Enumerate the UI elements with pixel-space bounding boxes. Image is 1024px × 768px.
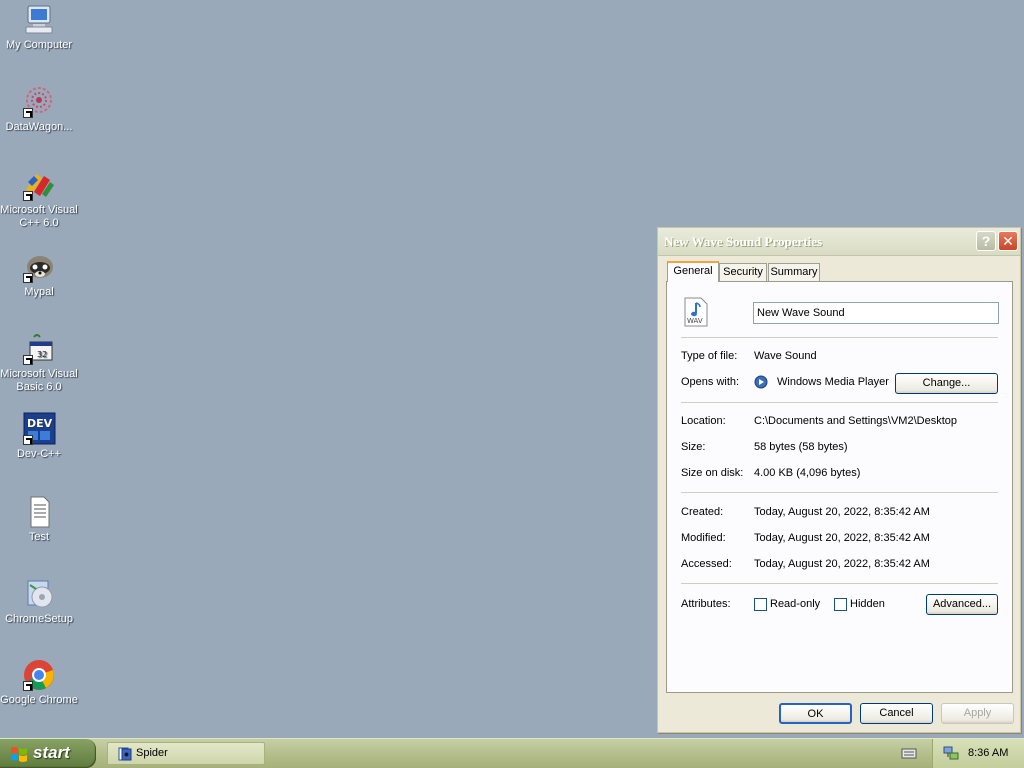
shortcut-arrow-icon: [23, 355, 33, 365]
size-on-disk-value: 4.00 KB (4,096 bytes): [754, 467, 861, 479]
desktop-icon-my-computer[interactable]: My Computer: [0, 3, 78, 52]
separator: [681, 492, 998, 493]
my-computer-icon: [22, 3, 56, 37]
desktop-icon-visual-cpp[interactable]: Microsoft Visual C++ 6.0: [0, 168, 78, 230]
modified-label: Modified:: [681, 532, 726, 544]
advanced-button[interactable]: Advanced...: [926, 594, 998, 615]
size-value: 58 bytes (58 bytes): [754, 441, 848, 453]
desktop-icon-label: Mypal: [24, 286, 54, 298]
start-label: start: [33, 743, 70, 762]
shortcut-arrow-icon: [23, 681, 33, 691]
desktop-icon-label: Dev-C++: [16, 448, 62, 460]
help-button[interactable]: ?: [976, 231, 996, 251]
location-label: Location:: [681, 415, 726, 427]
wav-file-icon-label: WAV: [687, 317, 703, 325]
shortcut-arrow-icon: [23, 273, 33, 283]
desktop-icon-label: Test: [28, 531, 50, 543]
size-on-disk-label: Size on disk:: [681, 467, 744, 479]
hidden-label[interactable]: Hidden: [850, 598, 885, 610]
tab-summary[interactable]: Summary: [768, 263, 820, 282]
type-of-file-value: Wave Sound: [754, 350, 817, 362]
desktop-icon-datawagon[interactable]: DataWagon...: [0, 85, 78, 134]
mypal-icon: [22, 250, 56, 284]
windows-logo-icon: [10, 745, 28, 762]
general-tab-panel: WAV Type of file: Wave Sound Opens with:…: [666, 281, 1013, 693]
separator: [681, 337, 998, 338]
file-name-input[interactable]: [753, 302, 999, 324]
cancel-button[interactable]: Cancel: [860, 703, 933, 724]
desktop-icon-label: ChromeSetup: [5, 613, 73, 625]
desktop: My Computer DataWagon... Microsoft Visua…: [0, 0, 1024, 738]
opens-with-label: Opens with:: [681, 376, 740, 388]
datawagon-icon: [22, 85, 56, 119]
attributes-label: Attributes:: [681, 598, 731, 610]
close-icon: ✕: [1002, 233, 1014, 249]
accessed-label: Accessed:: [681, 558, 732, 570]
tab-security[interactable]: Security: [719, 263, 767, 282]
system-tray: 8:36 AM: [932, 739, 1024, 768]
desktop-icon-label: DataWagon...: [5, 121, 73, 133]
keyboard-icon[interactable]: [901, 747, 917, 760]
taskbar-button-spider[interactable]: Spider: [107, 742, 265, 765]
text-file-icon: [22, 495, 56, 529]
modified-value: Today, August 20, 2022, 8:35:42 AM: [754, 532, 930, 544]
visual-basic-icon: 32: [22, 332, 56, 366]
location-value: C:\Documents and Settings\VM2\Desktop: [754, 415, 957, 427]
desktop-icon-test[interactable]: Test: [0, 495, 78, 544]
ok-button[interactable]: OK: [779, 703, 852, 724]
separator: [681, 402, 998, 403]
taskbar: start Spider 8:36 AM: [0, 738, 1024, 768]
created-label: Created:: [681, 506, 724, 518]
shortcut-arrow-icon: [23, 108, 33, 118]
desktop-icon-chrome-setup[interactable]: ChromeSetup: [0, 577, 78, 626]
chrome-setup-icon: [22, 577, 56, 611]
google-chrome-icon: [22, 658, 56, 692]
svg-text:32: 32: [37, 350, 47, 359]
taskbar-button-label: Spider: [136, 747, 168, 759]
desktop-icon-label: Microsoft Visual Basic 6.0: [0, 368, 78, 393]
close-button[interactable]: ✕: [998, 231, 1018, 251]
desktop-icon-label: Microsoft Visual C++ 6.0: [0, 204, 78, 229]
opens-with-value: Windows Media Player: [777, 376, 889, 388]
dialog-titlebar[interactable]: New Wave Sound Properties ? ✕: [658, 228, 1020, 256]
desktop-icon-google-chrome[interactable]: Google Chrome: [0, 658, 78, 707]
readonly-label[interactable]: Read-only: [770, 598, 820, 610]
hidden-checkbox[interactable]: [834, 598, 847, 611]
help-icon: ?: [981, 233, 991, 249]
start-button[interactable]: start: [0, 739, 96, 768]
desktop-icon-label: Google Chrome: [0, 694, 78, 706]
clock[interactable]: 8:36 AM: [968, 747, 1008, 759]
desktop-icon-label: My Computer: [5, 39, 73, 51]
wav-file-icon: WAV: [683, 297, 709, 327]
windows-media-player-icon: [754, 375, 768, 389]
desktop-icon-visual-basic[interactable]: 32 Microsoft Visual Basic 6.0: [0, 332, 78, 394]
tab-general[interactable]: General: [667, 261, 719, 282]
separator: [681, 583, 998, 584]
spider-solitaire-icon: [118, 747, 132, 761]
svg-text:DEV: DEV: [27, 417, 53, 430]
dialog-title: New Wave Sound Properties: [664, 234, 823, 249]
dev-cpp-icon: DEV: [22, 412, 56, 446]
created-value: Today, August 20, 2022, 8:35:42 AM: [754, 506, 930, 518]
desktop-icon-dev-cpp[interactable]: DEV Dev-C++: [0, 412, 78, 461]
shortcut-arrow-icon: [23, 435, 33, 445]
desktop-icon-mypal[interactable]: Mypal: [0, 250, 78, 299]
size-label: Size:: [681, 441, 706, 453]
change-button[interactable]: Change...: [895, 373, 998, 394]
visual-cpp-icon: [22, 168, 56, 202]
network-icon[interactable]: [943, 745, 959, 761]
shortcut-arrow-icon: [23, 191, 33, 201]
properties-dialog: New Wave Sound Properties ? ✕ General Se…: [657, 227, 1021, 733]
apply-button[interactable]: Apply: [941, 703, 1014, 724]
type-of-file-label: Type of file:: [681, 350, 738, 362]
readonly-checkbox[interactable]: [754, 598, 767, 611]
accessed-value: Today, August 20, 2022, 8:35:42 AM: [754, 558, 930, 570]
